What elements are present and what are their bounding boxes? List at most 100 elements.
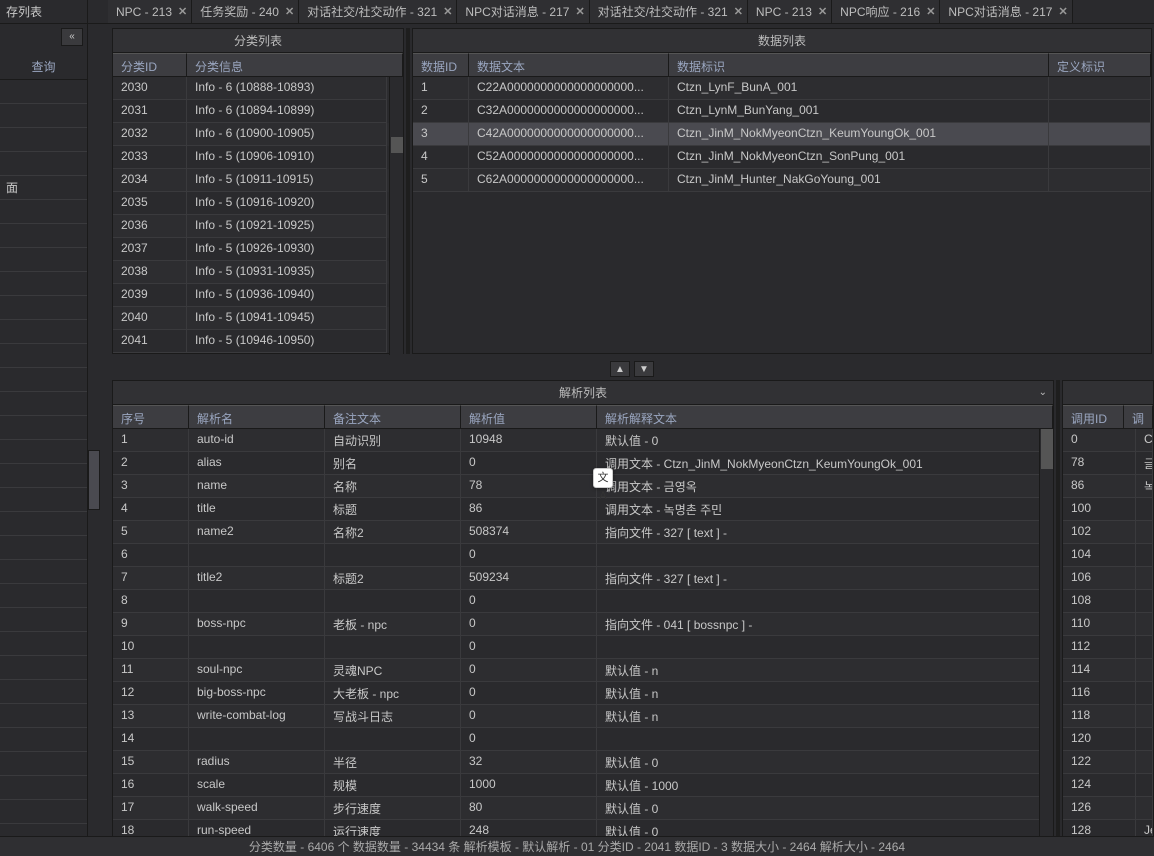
left-search-row[interactable]: 查询 <box>0 54 87 80</box>
vertical-splitter[interactable] <box>406 28 410 354</box>
left-row[interactable] <box>0 488 87 512</box>
left-row[interactable] <box>0 608 87 632</box>
left-row[interactable] <box>0 272 87 296</box>
left-row[interactable] <box>0 440 87 464</box>
left-row[interactable] <box>0 224 87 248</box>
left-row[interactable]: 面 <box>0 176 87 200</box>
tab[interactable]: NPC对话消息 - 217✕ <box>457 0 589 23</box>
tab[interactable]: NPC响应 - 216✕ <box>832 0 940 23</box>
table-row[interactable]: 2034Info - 5 (10911-10915) <box>113 169 403 192</box>
table-row[interactable]: 110 <box>1063 613 1153 636</box>
left-row[interactable] <box>0 128 87 152</box>
col-parse-note[interactable]: 备注文本 <box>325 405 461 429</box>
left-row[interactable] <box>0 680 87 704</box>
left-row[interactable] <box>0 200 87 224</box>
col-call-id[interactable]: 调用ID <box>1063 405 1124 429</box>
table-row[interactable]: 1auto-id自动识别10948默认值 - 0 <box>113 429 1053 452</box>
table-row[interactable]: 5name2名称2508374指向文件 - 327 [ text ] - <box>113 521 1053 544</box>
left-row[interactable] <box>0 704 87 728</box>
table-row[interactable]: 15radius半径32默认值 - 0 <box>113 751 1053 774</box>
close-icon[interactable]: ✕ <box>575 5 584 18</box>
table-row[interactable]: 7title2标题2509234指向文件 - 327 [ text ] - <box>113 567 1053 590</box>
table-row[interactable]: 118 <box>1063 705 1153 728</box>
collapse-left-icon[interactable]: « <box>61 28 83 46</box>
table-row[interactable]: 104 <box>1063 544 1153 567</box>
left-row[interactable] <box>0 392 87 416</box>
table-row[interactable]: 0C <box>1063 429 1153 452</box>
table-row[interactable]: 3C42A0000000000000000000...Ctzn_JinM_Nok… <box>413 123 1151 146</box>
table-row[interactable]: 126 <box>1063 797 1153 820</box>
left-row[interactable] <box>0 800 87 824</box>
table-row[interactable]: 140 <box>113 728 1053 751</box>
left-row[interactable] <box>0 560 87 584</box>
table-row[interactable]: 2037Info - 5 (10926-10930) <box>113 238 403 261</box>
table-row[interactable]: 60 <box>113 544 1053 567</box>
table-row[interactable]: 106 <box>1063 567 1153 590</box>
col-call-2[interactable]: 调 <box>1124 405 1153 429</box>
left-row[interactable] <box>0 344 87 368</box>
collapse-up-icon[interactable]: ▲ <box>610 361 630 377</box>
table-row[interactable]: 12big-boss-npc大老板 - npc0默认值 - n <box>113 682 1053 705</box>
table-row[interactable]: 80 <box>113 590 1053 613</box>
table-row[interactable]: 2039Info - 5 (10936-10940) <box>113 284 403 307</box>
left-row[interactable] <box>0 104 87 128</box>
close-icon[interactable]: ✕ <box>818 5 827 18</box>
table-row[interactable]: 2031Info - 6 (10894-10899) <box>113 100 403 123</box>
table-row[interactable]: 2030Info - 6 (10888-10893) <box>113 77 403 100</box>
table-row[interactable]: 2033Info - 5 (10906-10910) <box>113 146 403 169</box>
table-row[interactable]: 1C22A0000000000000000000...Ctzn_LynF_Bun… <box>413 77 1151 100</box>
col-parse-idx[interactable]: 序号 <box>113 405 189 429</box>
left-drag-handle[interactable] <box>88 450 100 510</box>
table-row[interactable]: 108 <box>1063 590 1153 613</box>
close-icon[interactable]: ✕ <box>734 5 743 18</box>
table-row[interactable]: 112 <box>1063 636 1153 659</box>
col-class-id[interactable]: 分类ID <box>113 53 187 77</box>
left-row[interactable] <box>0 728 87 752</box>
left-row[interactable] <box>0 80 87 104</box>
table-row[interactable]: 13write-combat-log写战斗日志0默认值 - n <box>113 705 1053 728</box>
table-row[interactable]: 2032Info - 6 (10900-10905) <box>113 123 403 146</box>
table-row[interactable]: 2036Info - 5 (10921-10925) <box>113 215 403 238</box>
table-row[interactable]: 16scale规模1000默认值 - 1000 <box>113 774 1053 797</box>
table-row[interactable]: 2alias别名0调用文本 - Ctzn_JinM_NokMyeonCtzn_K… <box>113 452 1053 475</box>
col-data-tag[interactable]: 数据标识 <box>669 53 1049 77</box>
table-row[interactable]: 78글 <box>1063 452 1153 475</box>
close-icon[interactable]: ✕ <box>926 5 935 18</box>
chevron-down-icon[interactable]: ⌄ <box>1039 387 1047 398</box>
table-row[interactable]: 120 <box>1063 728 1153 751</box>
close-icon[interactable]: ✕ <box>443 5 452 18</box>
table-row[interactable]: 3name名称78调用文本 - 금영옥 <box>113 475 1053 498</box>
left-row[interactable] <box>0 776 87 800</box>
table-row[interactable]: 2041Info - 5 (10946-10950) <box>113 330 403 353</box>
col-data-id[interactable]: 数据ID <box>413 53 469 77</box>
table-row[interactable]: 116 <box>1063 682 1153 705</box>
table-row[interactable]: 2038Info - 5 (10931-10935) <box>113 261 403 284</box>
close-icon[interactable]: ✕ <box>285 5 294 18</box>
tab[interactable]: 对话社交/社交动作 - 321✕ <box>590 0 748 23</box>
col-parse-name[interactable]: 解析名 <box>189 405 325 429</box>
table-row[interactable]: 124 <box>1063 774 1153 797</box>
left-row[interactable] <box>0 536 87 560</box>
table-row[interactable]: 114 <box>1063 659 1153 682</box>
left-row[interactable] <box>0 416 87 440</box>
col-parse-val[interactable]: 解析值 <box>461 405 597 429</box>
left-row[interactable] <box>0 296 87 320</box>
table-row[interactable]: 100 <box>113 636 1053 659</box>
table-row[interactable]: 2C32A0000000000000000000...Ctzn_LynM_Bun… <box>413 100 1151 123</box>
close-icon[interactable]: ✕ <box>178 5 187 18</box>
tab[interactable]: 对话社交/社交动作 - 321✕ <box>299 0 457 23</box>
col-class-info[interactable]: 分类信息 <box>187 53 403 77</box>
table-row[interactable]: 102 <box>1063 521 1153 544</box>
table-row[interactable]: 2035Info - 5 (10916-10920) <box>113 192 403 215</box>
table-row[interactable]: 4C52A0000000000000000000...Ctzn_JinM_Nok… <box>413 146 1151 169</box>
table-row[interactable]: 11soul-npc灵魂NPC0默认值 - n <box>113 659 1053 682</box>
col-data-def[interactable]: 定义标识 <box>1049 53 1151 77</box>
table-row[interactable]: 5C62A0000000000000000000...Ctzn_JinM_Hun… <box>413 169 1151 192</box>
scroll-thumb[interactable] <box>391 137 403 153</box>
translate-icon[interactable]: 文A <box>593 468 613 488</box>
table-row[interactable]: 2040Info - 5 (10941-10945) <box>113 307 403 330</box>
left-row[interactable] <box>0 584 87 608</box>
col-data-text[interactable]: 数据文本 <box>469 53 669 77</box>
table-row[interactable]: 100 <box>1063 498 1153 521</box>
left-row[interactable] <box>0 464 87 488</box>
